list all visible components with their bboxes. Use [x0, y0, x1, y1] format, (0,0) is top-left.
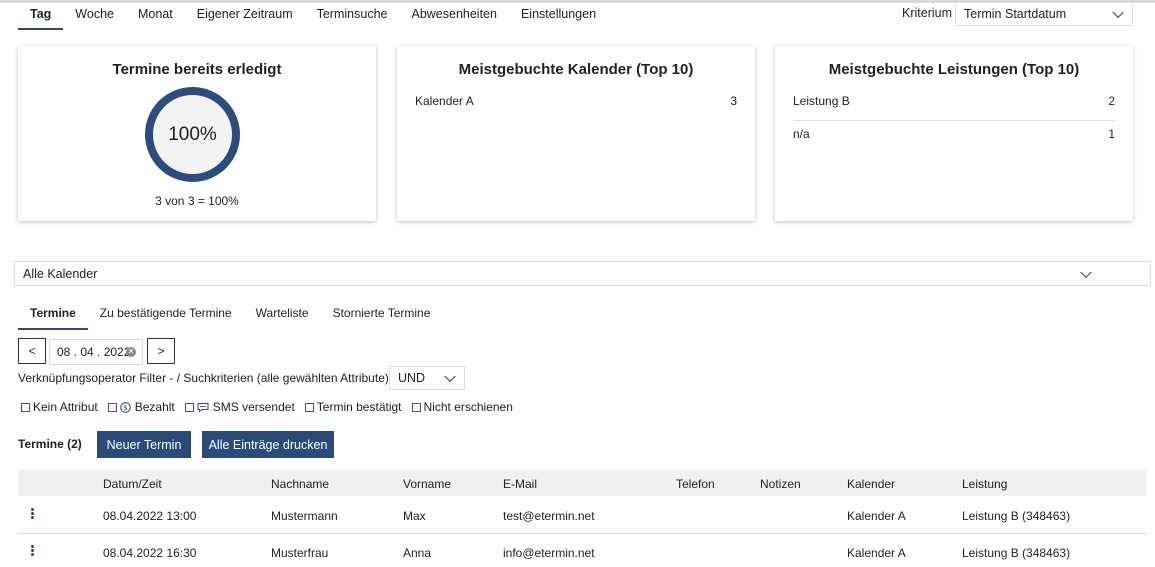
cell-email: info@etermin.net — [503, 546, 595, 560]
donut-percent: 100% — [168, 123, 217, 145]
card-title: Meistgebuchte Leistungen (Top 10) — [828, 61, 1080, 78]
checkbox[interactable] — [21, 402, 30, 412]
rank-count: 1 — [1108, 127, 1115, 141]
progress-donut: 100% — [145, 87, 240, 182]
tab-termine[interactable]: Termine — [18, 306, 88, 330]
card-title: Meistgebuchte Kalender (Top 10) — [458, 61, 694, 78]
cell-datetime: 08.04.2022 16:30 — [103, 546, 197, 560]
filter-label: Termin bestätigt — [316, 400, 402, 414]
tab-eigener-zeitraum[interactable]: Eigener Zeitraum — [185, 6, 305, 30]
chevron-down-icon — [1112, 6, 1124, 19]
tab-monat[interactable]: Monat — [126, 6, 185, 30]
checkbox[interactable] — [184, 402, 194, 412]
tab-stornierte-termine[interactable]: Stornierte Termine — [321, 306, 443, 330]
dollar-icon: $ — [119, 401, 131, 413]
svg-text:$: $ — [123, 404, 127, 412]
tab-woche[interactable]: Woche — [63, 6, 126, 30]
tab-einstellungen[interactable]: Einstellungen — [509, 6, 608, 30]
card-done-appointments: Termine bereits erledigt 100% 3 von 3 = … — [18, 46, 376, 221]
rank-list: Leistung B 2 n/a 1 — [793, 93, 1115, 147]
operator-label: Verknüpfungsoperator Filter - / Suchkrit… — [18, 371, 389, 385]
col-notes[interactable]: Notizen — [760, 477, 801, 491]
cell-firstname: Max — [403, 509, 426, 523]
kriterium-select[interactable]: Termin Startdatum — [955, 2, 1133, 26]
filter-nicht-erschienen[interactable]: Nicht erschienen — [411, 400, 513, 414]
list-item: Kalender A 3 — [415, 93, 737, 120]
chevron-down-icon — [1080, 266, 1092, 278]
col-datetime[interactable]: Datum/Zeit — [103, 477, 162, 491]
cell-calendar: Kalender A — [847, 509, 906, 523]
row-menu-icon[interactable] — [29, 545, 35, 557]
checkbox[interactable] — [304, 402, 314, 412]
card-title: Termine bereits erledigt — [112, 61, 282, 78]
print-all-button[interactable]: Alle Einträge drucken — [202, 431, 334, 458]
kriterium-label: Kriterium — [902, 6, 953, 20]
chevron-down-icon — [444, 370, 456, 383]
calendar-filter-select[interactable]: Alle Kalender — [14, 261, 1151, 286]
table-header: Datum/Zeit Nachname Vorname E-Mail Telef… — [18, 470, 1147, 496]
prev-day-button[interactable]: < — [18, 338, 46, 364]
filter-sms-versendet[interactable]: SMS versendet — [184, 400, 295, 414]
table-row[interactable]: 08.04.2022 13:00 Mustermann Max test@ete… — [18, 497, 1147, 533]
rank-name: Leistung B — [793, 94, 850, 108]
attribute-filters: Kein Attribut $ Bezahlt SMS versendet Te… — [21, 400, 523, 414]
rank-count: 2 — [1108, 94, 1115, 108]
col-calendar[interactable]: Kalender — [847, 477, 895, 491]
next-day-button[interactable]: > — [147, 338, 175, 364]
table-row[interactable]: 08.04.2022 16:30 Musterfrau Anna info@et… — [18, 533, 1147, 567]
row-menu-icon[interactable] — [29, 508, 35, 520]
col-phone[interactable]: Telefon — [676, 477, 715, 491]
rank-list: Kalender A 3 — [415, 93, 737, 120]
col-firstname[interactable]: Vorname — [403, 477, 451, 491]
filter-label: Nicht erschienen — [423, 400, 513, 414]
rank-count: 3 — [730, 94, 737, 108]
filter-label: Kein Attribut — [33, 400, 98, 414]
filter-termin-bestaetigt[interactable]: Termin bestätigt — [304, 400, 402, 414]
filter-label: SMS versendet — [212, 400, 295, 414]
date-input[interactable]: 08 . 04 . 2022 ✕ — [49, 339, 143, 365]
view-tabs: Tag Woche Monat Eigener Zeitraum Termins… — [18, 6, 608, 30]
checkbox[interactable] — [107, 402, 117, 412]
cell-lastname: Musterfrau — [271, 546, 329, 560]
sms-icon — [197, 402, 209, 413]
rank-name: n/a — [793, 127, 810, 141]
cell-service: Leistung B (348463) — [962, 509, 1071, 523]
tab-tag[interactable]: Tag — [18, 6, 64, 30]
tab-warteliste[interactable]: Warteliste — [244, 306, 321, 330]
clear-date-icon[interactable]: ✕ — [126, 347, 136, 357]
donut-caption: 3 von 3 = 100% — [155, 194, 239, 208]
appointment-tabs: Termine Zu bestätigende Termine Wartelis… — [18, 306, 442, 330]
calendar-filter-value: Alle Kalender — [23, 267, 98, 281]
checkbox[interactable] — [411, 402, 421, 412]
operator-value: UND — [398, 371, 426, 385]
card-top-calendars: Meistgebuchte Kalender (Top 10) Kalender… — [397, 46, 755, 221]
tab-abwesenheiten[interactable]: Abwesenheiten — [399, 6, 508, 30]
filter-bezahlt[interactable]: $ Bezahlt — [107, 400, 175, 414]
cell-lastname: Mustermann — [271, 509, 338, 523]
tab-zu-bestaetigende-termine[interactable]: Zu bestätigende Termine — [88, 306, 244, 330]
list-item: n/a 1 — [793, 120, 1115, 147]
date-value: 08 . 04 . 2022 — [57, 345, 131, 359]
cell-datetime: 08.04.2022 13:00 — [103, 509, 197, 523]
cell-service: Leistung B (348463) — [962, 546, 1071, 560]
list-item: Leistung B 2 — [793, 93, 1115, 120]
new-appointment-button[interactable]: Neuer Termin — [97, 431, 191, 458]
rank-name: Kalender A — [415, 94, 474, 108]
operator-select[interactable]: UND — [389, 366, 465, 390]
filter-kein-attribut[interactable]: Kein Attribut — [21, 400, 98, 414]
cell-calendar: Kalender A — [847, 546, 906, 560]
col-email[interactable]: E-Mail — [503, 477, 537, 491]
cell-email: test@etermin.net — [503, 509, 595, 523]
col-lastname[interactable]: Nachname — [271, 477, 329, 491]
card-top-services: Meistgebuchte Leistungen (Top 10) Leistu… — [775, 46, 1133, 221]
kriterium-value: Termin Startdatum — [964, 7, 1067, 21]
cell-firstname: Anna — [403, 546, 432, 560]
tab-terminsuche[interactable]: Terminsuche — [305, 6, 400, 30]
filter-label: Bezahlt — [134, 400, 175, 414]
col-service[interactable]: Leistung — [962, 477, 1007, 491]
appointments-heading: Termine (2) — [18, 437, 82, 451]
